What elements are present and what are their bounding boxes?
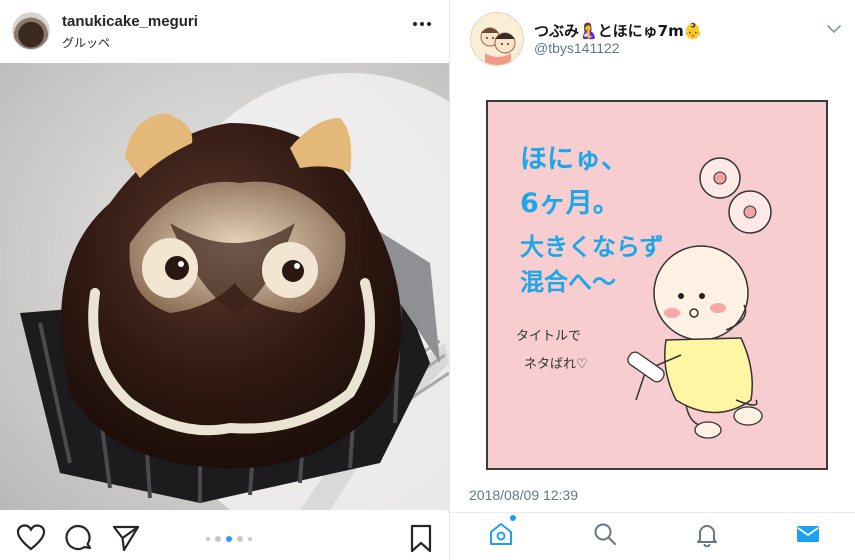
illustration-line-1: ほにゅ、 xyxy=(520,144,628,175)
search-icon[interactable] xyxy=(592,521,618,547)
illustration-line-4: 混合へ〜 xyxy=(520,268,616,296)
notifications-icon[interactable] xyxy=(694,521,720,548)
heart-icon[interactable] xyxy=(16,523,46,553)
notification-dot xyxy=(510,515,516,521)
carousel-dot xyxy=(206,537,210,541)
tweet-media-illustration[interactable]: ほにゅ、 6ヶ月。 大きくならず 混合へ〜 タイトルで ネタばれ♡ xyxy=(486,100,828,470)
illustration-line-3: 大きくならず xyxy=(520,233,664,261)
tweet: つぶみ🤱とほにゅ7m👶 @tbys141122 ほにゅ、 6ヶ月。 大きくならず… xyxy=(450,0,855,560)
carousel-dot xyxy=(237,536,243,542)
instagram-post: tanukicake_meguri グルッペ xyxy=(0,0,449,560)
post-header: tanukicake_meguri グルッペ xyxy=(0,0,449,62)
carousel-indicator[interactable] xyxy=(206,535,252,543)
post-photo[interactable] xyxy=(0,63,449,510)
user-handle[interactable]: @tbys141122 xyxy=(534,40,620,56)
chevron-down-icon[interactable] xyxy=(826,22,842,36)
username[interactable]: tanukicake_meguri xyxy=(62,13,198,30)
home-icon[interactable] xyxy=(488,521,514,547)
location[interactable]: グルッペ xyxy=(62,34,110,51)
comment-icon[interactable] xyxy=(64,523,94,553)
bookmark-icon[interactable] xyxy=(406,523,436,553)
more-horizontal-icon[interactable] xyxy=(410,14,434,34)
display-name[interactable]: つぶみ🤱とほにゅ7m👶 xyxy=(534,20,702,41)
avatar[interactable] xyxy=(12,12,50,50)
carousel-dot xyxy=(215,536,221,542)
screenshot-root: tanukicake_meguri グルッペ つぶみ🤱とほにゅ7m👶 @tbys… xyxy=(0,0,855,560)
carousel-dot xyxy=(248,537,252,541)
carousel-dot-active xyxy=(226,536,232,542)
illustration-note-2: ネタばれ♡ xyxy=(524,357,588,372)
messages-icon[interactable] xyxy=(795,521,821,547)
tweet-timestamp: 2018/08/09 12:39 xyxy=(469,487,578,503)
illustration-line-2: 6ヶ月。 xyxy=(520,188,620,219)
illustration-note-1: タイトルで xyxy=(516,329,581,344)
avatar[interactable] xyxy=(470,12,524,66)
share-icon[interactable] xyxy=(111,523,141,553)
